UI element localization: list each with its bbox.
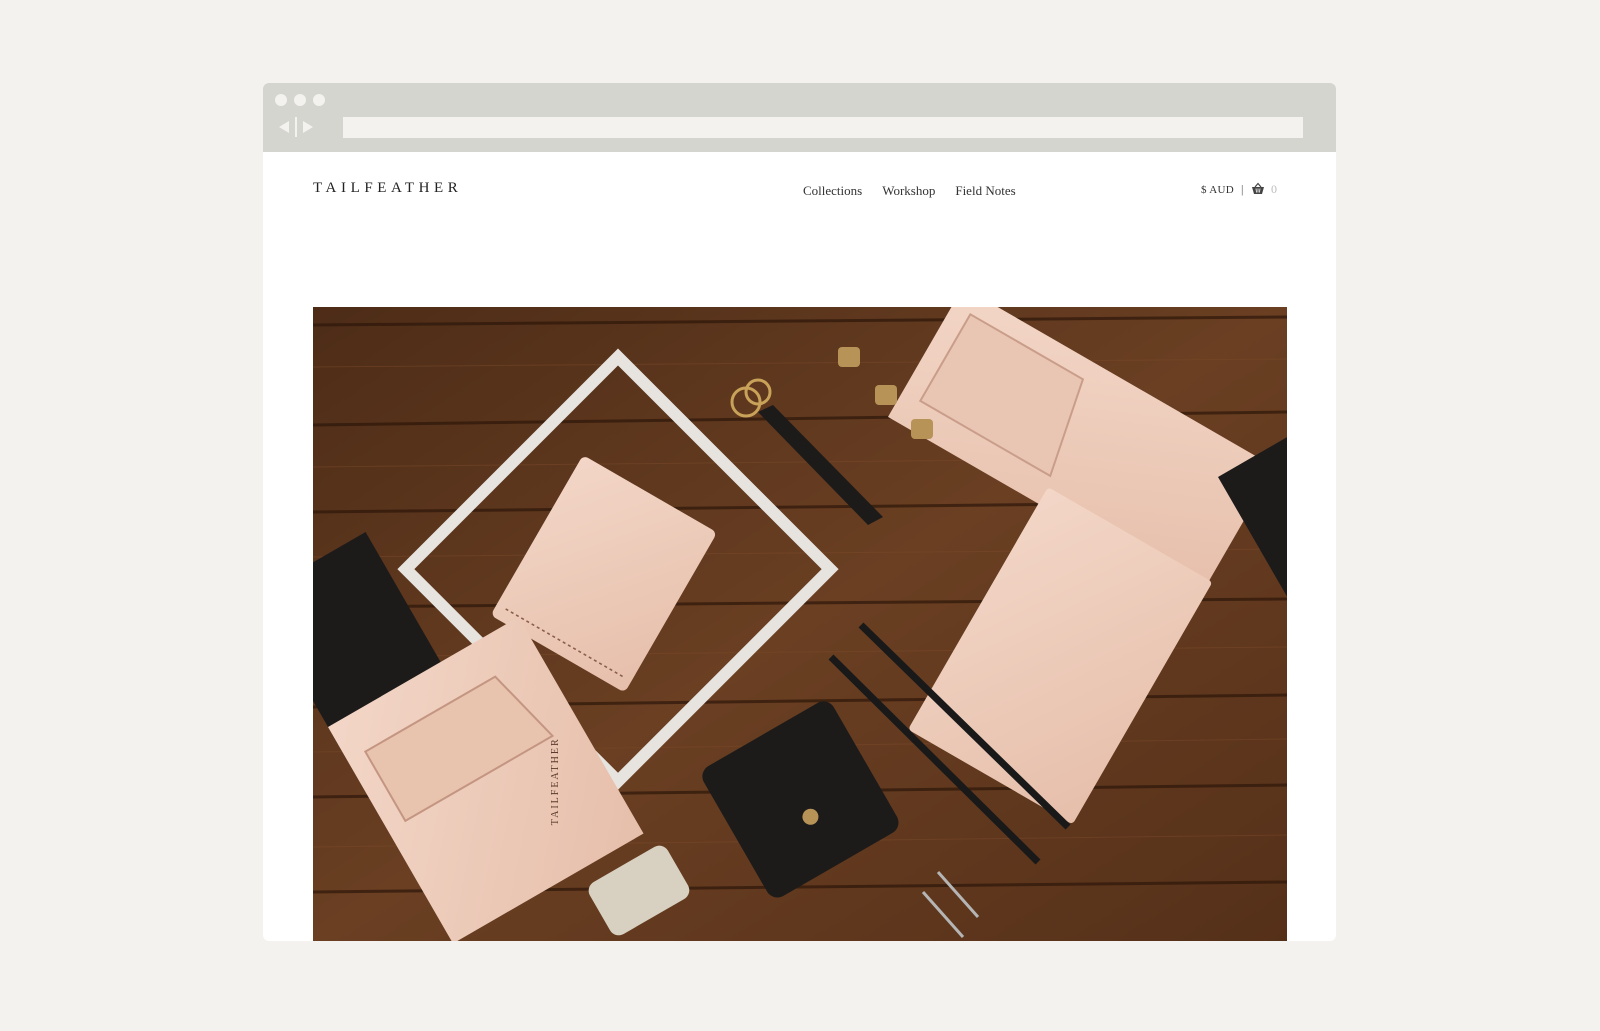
window-dot-icon[interactable]: [313, 94, 325, 106]
cart-count[interactable]: 0: [1271, 182, 1277, 197]
nav-separator: [295, 117, 297, 137]
nav-item-field-notes[interactable]: Field Notes: [955, 183, 1015, 199]
browser-window: TAILFEATHER Collections Workshop Field N…: [263, 83, 1336, 941]
brand-logo[interactable]: TAILFEATHER: [313, 180, 462, 197]
cart-divider: |: [1241, 182, 1244, 196]
basket-icon[interactable]: [1251, 182, 1265, 196]
nav-item-workshop[interactable]: Workshop: [882, 183, 935, 199]
forward-arrow-icon[interactable]: [301, 118, 315, 136]
window-dot-icon[interactable]: [294, 94, 306, 106]
browser-chrome: [263, 83, 1336, 152]
currency-selector[interactable]: $ AUD: [1201, 184, 1234, 196]
hero-image: TAILFEATHER: [313, 307, 1287, 941]
main-nav: Collections Workshop Field Notes: [803, 183, 1016, 199]
wallet-stamp: TAILFEATHER: [550, 737, 561, 825]
window-dot-icon[interactable]: [275, 94, 287, 106]
leather-goods-flatlay-photo: TAILFEATHER: [313, 307, 1287, 941]
address-bar[interactable]: [343, 117, 1303, 138]
nav-item-collections[interactable]: Collections: [803, 183, 862, 199]
site-header: TAILFEATHER Collections Workshop Field N…: [263, 152, 1336, 242]
back-arrow-icon[interactable]: [277, 118, 291, 136]
